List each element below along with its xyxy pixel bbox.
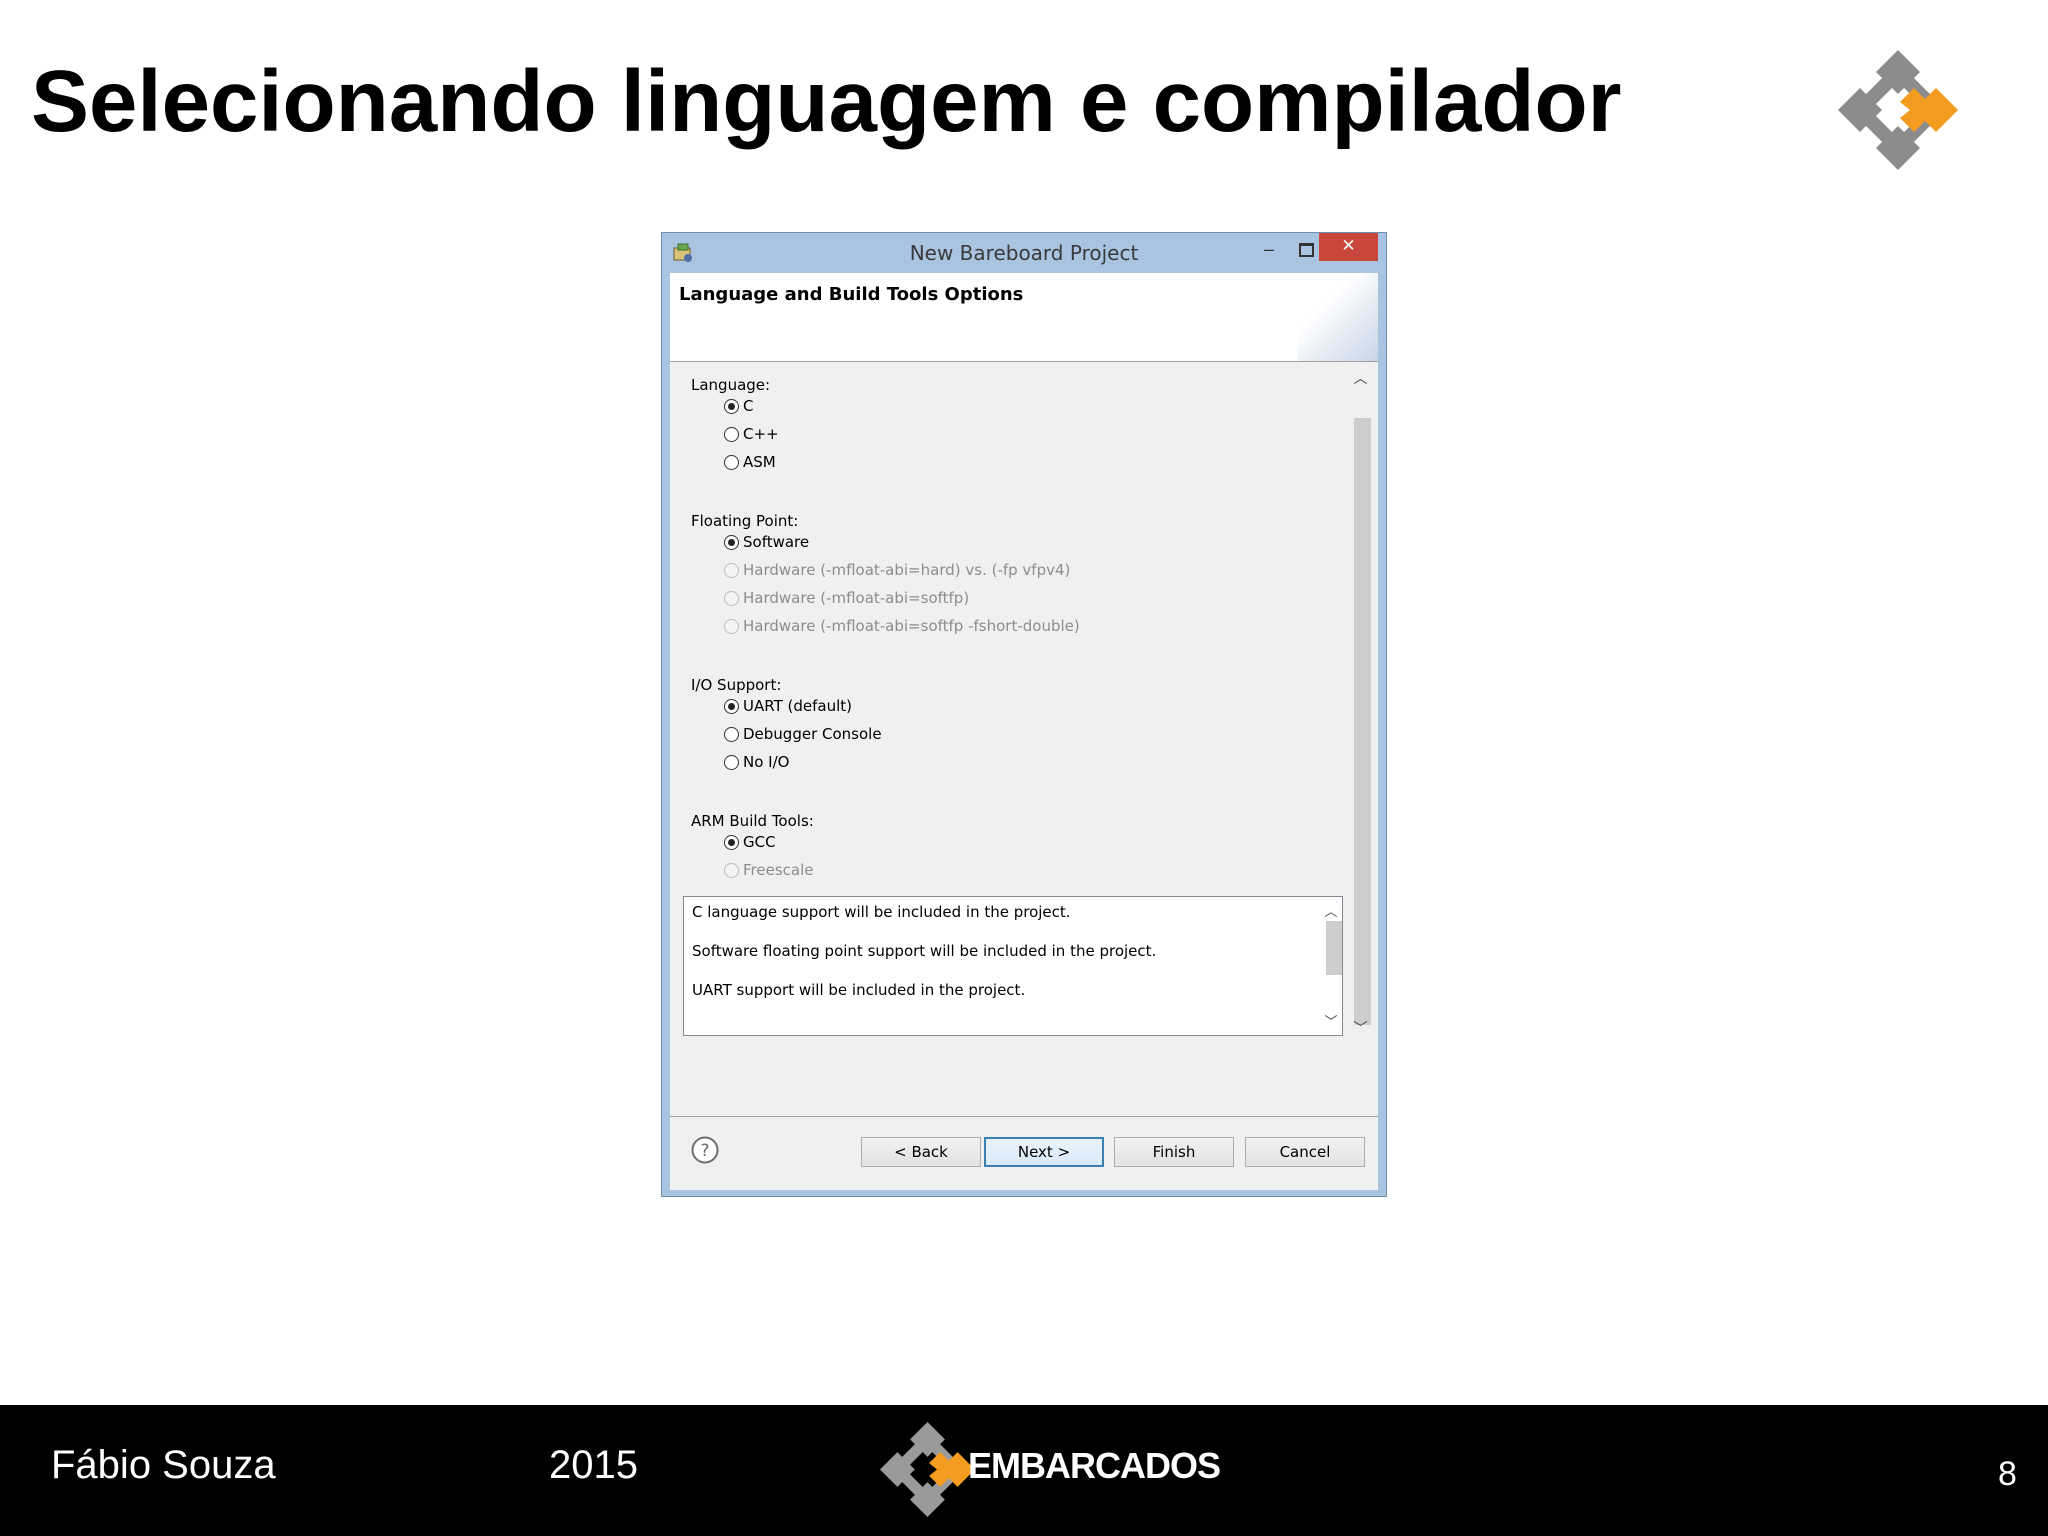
- new-bareboard-project-dialog: New Bareboard Project – ✕ Language and B…: [661, 232, 1387, 1197]
- radio-io-debugger-console[interactable]: Debugger Console: [724, 723, 882, 745]
- description-line: Software floating point support will be …: [692, 942, 1157, 960]
- arm-build-tools-group-label: ARM Build Tools:: [691, 812, 814, 830]
- wizard-page-title: Language and Build Tools Options: [679, 284, 1024, 305]
- radio-fp-hard-vfpv4: Hardware (-mfloat-abi=hard) vs. (-fp vfp…: [724, 559, 1070, 581]
- io-support-group-label: I/O Support:: [691, 676, 782, 694]
- radio-label: Software: [743, 533, 810, 551]
- radio-label: Hardware (-mfloat-abi=softfp -fshort-dou…: [743, 617, 1080, 635]
- radio-language-asm[interactable]: ASM: [724, 451, 776, 473]
- embarcados-logo-small-icon: [880, 1422, 975, 1517]
- radio-button[interactable]: [724, 534, 739, 550]
- minimize-button[interactable]: –: [1254, 237, 1284, 263]
- radio-fp-softfp: Hardware (-mfloat-abi=softfp): [724, 587, 969, 609]
- slide-title: Selecionando linguagem e compilador: [31, 53, 1622, 150]
- dialog-client-area: Language and Build Tools Options Languag…: [670, 273, 1378, 1190]
- radio-button: [724, 862, 739, 878]
- radio-label: C: [743, 397, 754, 415]
- header-banner-graphic: [1298, 273, 1378, 361]
- scroll-up-arrow-icon[interactable]: ︿: [1349, 368, 1372, 388]
- language-group-label: Language:: [691, 376, 771, 394]
- finish-button[interactable]: Finish: [1114, 1137, 1234, 1167]
- radio-label: GCC: [743, 833, 776, 851]
- maximize-button[interactable]: [1290, 237, 1320, 263]
- wizard-header: Language and Build Tools Options: [670, 273, 1378, 362]
- close-button[interactable]: ✕: [1319, 233, 1378, 261]
- radio-button[interactable]: [724, 426, 739, 442]
- radio-label: Freescale: [743, 861, 814, 879]
- description-panel[interactable]: C language support will be included in t…: [683, 896, 1343, 1036]
- maximize-icon: [1299, 243, 1314, 257]
- radio-io-none[interactable]: No I/O: [724, 751, 789, 773]
- back-button[interactable]: < Back: [861, 1137, 981, 1167]
- scrollbar-thumb[interactable]: [1354, 418, 1371, 1025]
- radio-language-cpp[interactable]: C++: [724, 423, 779, 445]
- footer-separator: [670, 1116, 1378, 1117]
- cancel-button[interactable]: Cancel: [1245, 1137, 1365, 1167]
- embarcados-logo-icon: [1838, 50, 1958, 170]
- radio-build-freescale: Freescale: [724, 859, 813, 881]
- radio-fp-softfp-short-double: Hardware (-mfloat-abi=softfp -fshort-dou…: [724, 615, 1080, 637]
- radio-label: ASM: [743, 453, 776, 471]
- radio-button: [724, 590, 739, 606]
- description-line: C language support will be included in t…: [692, 903, 1071, 921]
- titlebar[interactable]: New Bareboard Project – ✕: [662, 233, 1386, 273]
- description-scrollbar-thumb[interactable]: [1326, 921, 1342, 975]
- radio-label: Hardware (-mfloat-abi=softfp): [743, 589, 970, 607]
- options-scrollbar[interactable]: ︿ ﹀: [1349, 362, 1372, 1042]
- radio-label: Hardware (-mfloat-abi=hard) vs. (-fp vfp…: [743, 561, 1071, 579]
- radio-button: [724, 618, 739, 634]
- radio-io-uart[interactable]: UART (default): [724, 695, 852, 717]
- description-line: UART support will be included in the pro…: [692, 981, 1026, 999]
- radio-button[interactable]: [724, 834, 739, 850]
- radio-button: [724, 562, 739, 578]
- page-number: 8: [1998, 1455, 2017, 1493]
- radio-button[interactable]: [724, 454, 739, 470]
- description-scroll-down-icon[interactable]: ﹀: [1322, 1011, 1340, 1030]
- svg-text:?: ?: [700, 1141, 709, 1161]
- next-button[interactable]: Next >: [984, 1137, 1104, 1167]
- footer-bar: Fábio Souza 2015 EMBARCADOS 8: [0, 1405, 2048, 1536]
- description-scroll-up-icon[interactable]: ︿: [1322, 901, 1340, 920]
- radio-fp-software[interactable]: Software: [724, 531, 809, 553]
- year: 2015: [549, 1443, 638, 1487]
- radio-button[interactable]: [724, 398, 739, 414]
- author-name: Fábio Souza: [51, 1443, 276, 1487]
- radio-button[interactable]: [724, 754, 739, 770]
- radio-label: C++: [743, 425, 779, 443]
- radio-label: UART (default): [743, 697, 852, 715]
- help-icon[interactable]: ?: [691, 1136, 719, 1164]
- radio-label: Debugger Console: [743, 725, 882, 743]
- brand-name: EMBARCADOS: [968, 1445, 1221, 1486]
- radio-build-gcc[interactable]: GCC: [724, 831, 776, 853]
- scroll-down-arrow-icon[interactable]: ﹀: [1349, 1018, 1372, 1038]
- radio-language-c[interactable]: C: [724, 395, 753, 417]
- radio-label: No I/O: [743, 753, 790, 771]
- floating-point-group-label: Floating Point:: [691, 512, 799, 530]
- radio-button[interactable]: [724, 726, 739, 742]
- radio-button[interactable]: [724, 698, 739, 714]
